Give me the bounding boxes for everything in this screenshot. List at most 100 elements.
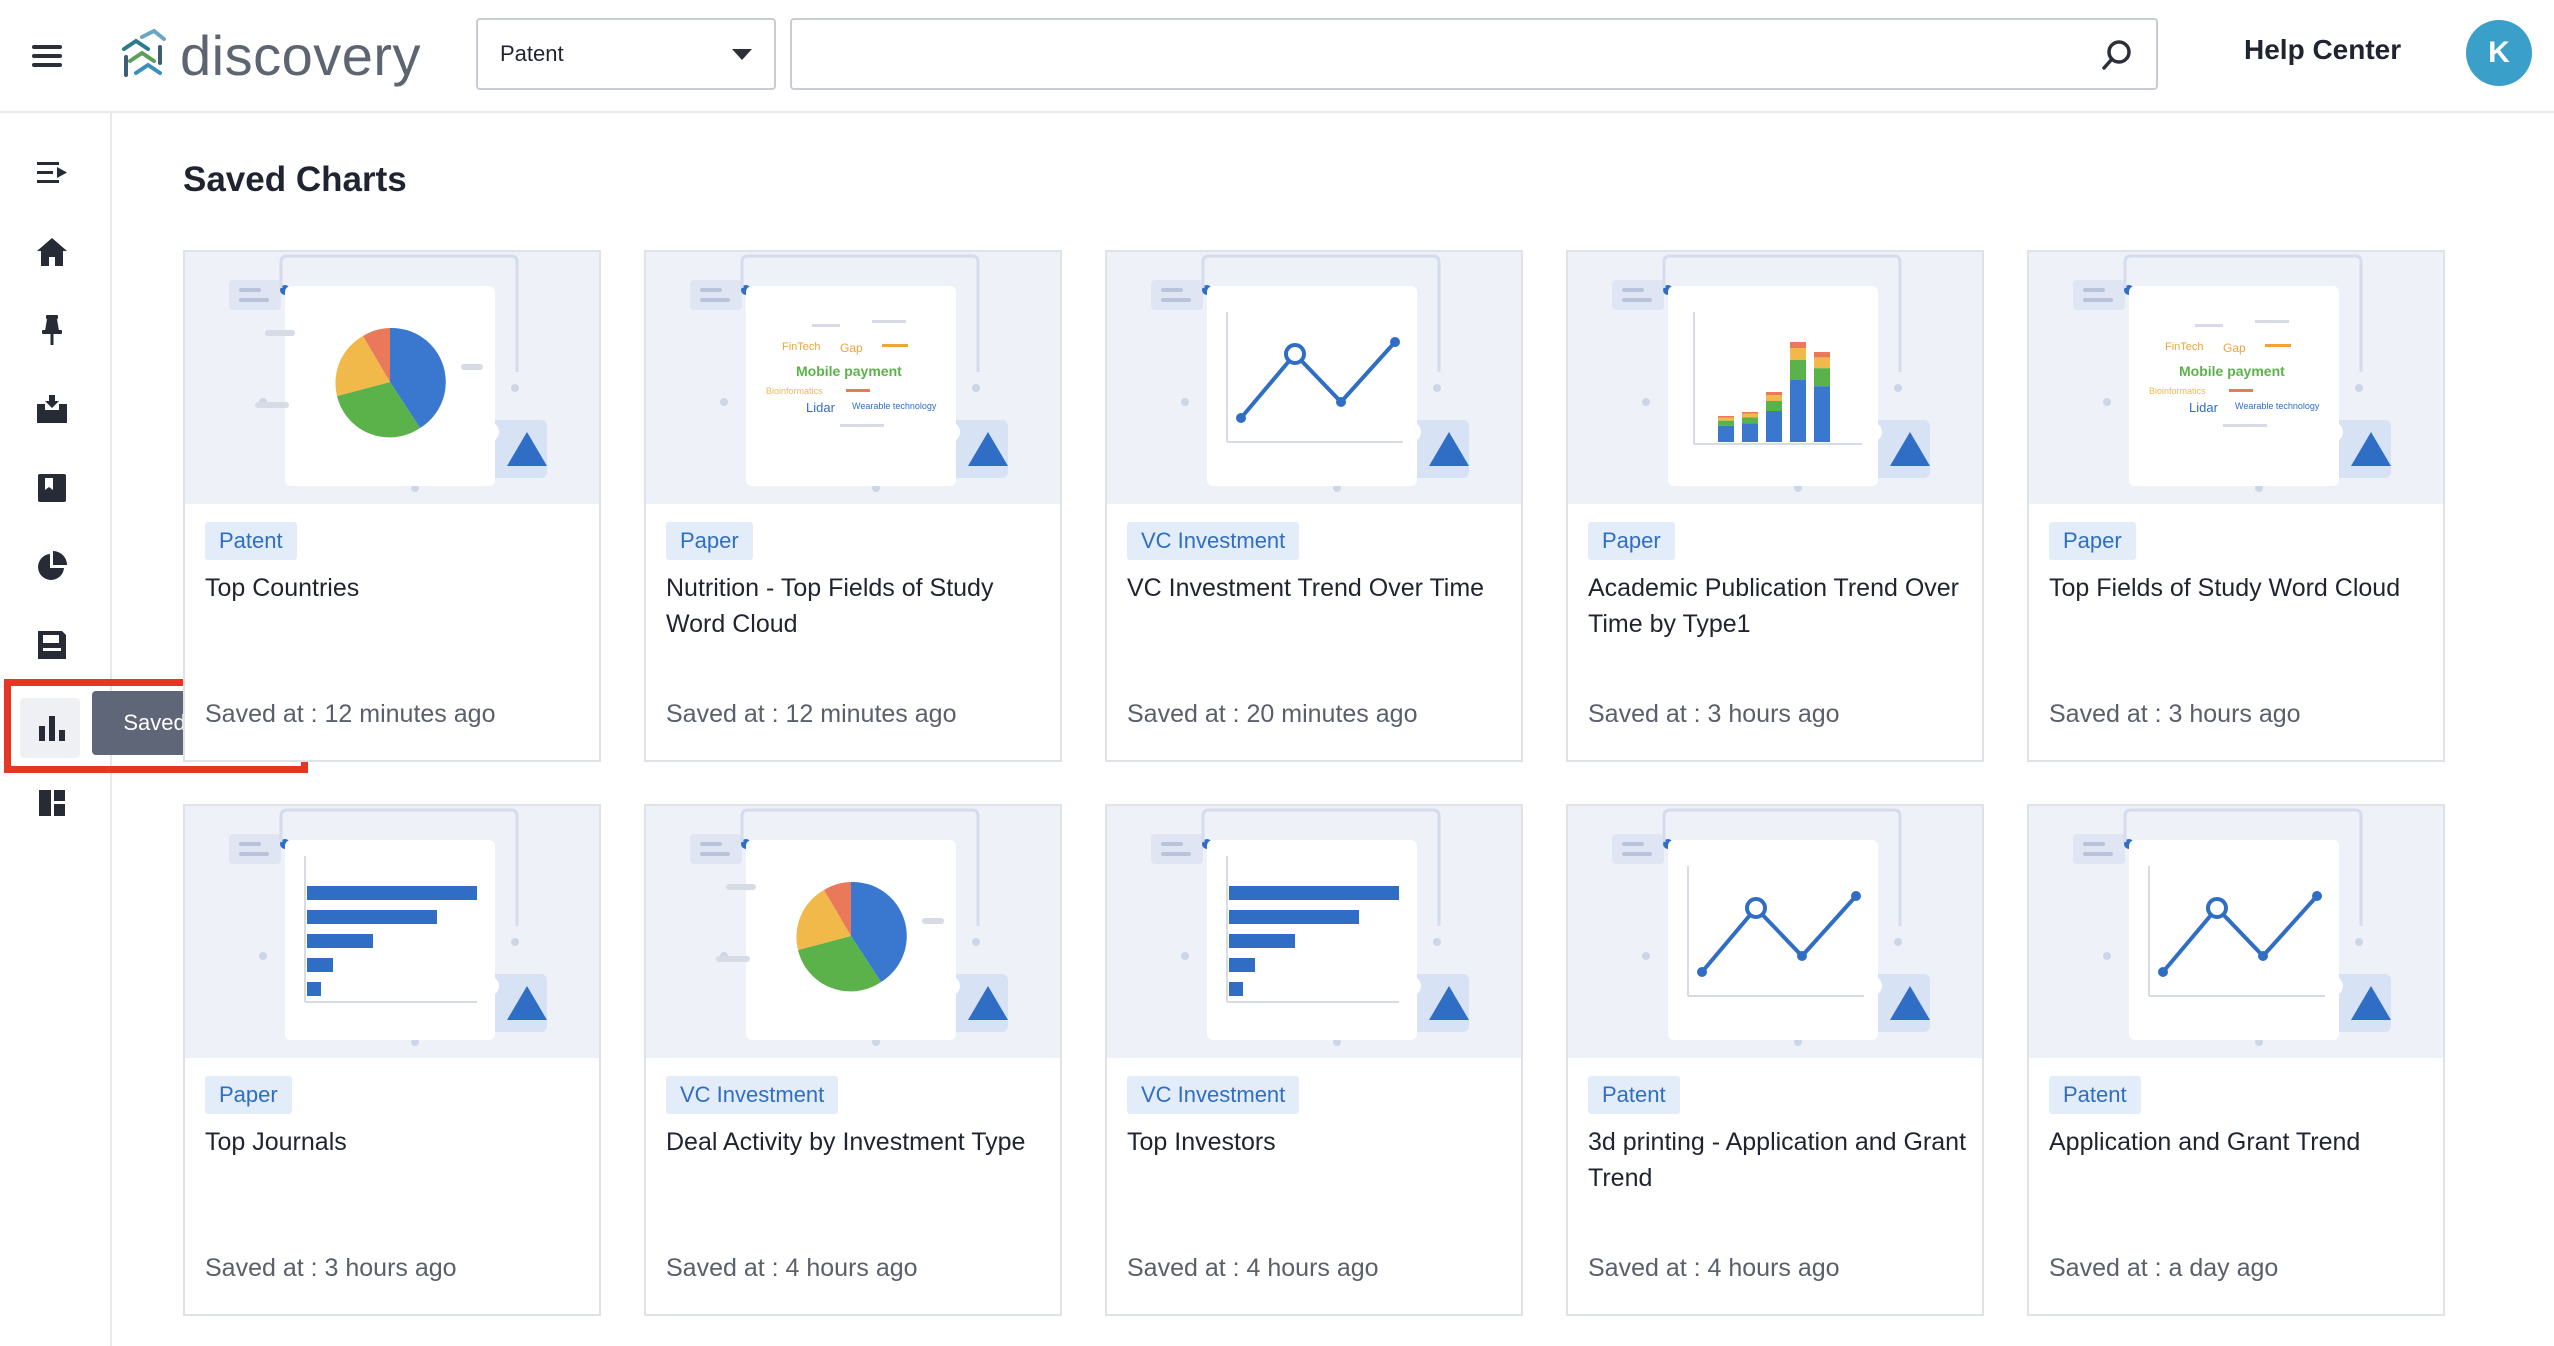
chart-card-10[interactable]: Patent Application and Grant Trend Saved… bbox=[2027, 804, 2445, 1316]
wordcloud-chart-illustration: FinTech Gap Mobile payment Bioinformatic… bbox=[646, 252, 1060, 504]
chart-thumbnail bbox=[2029, 806, 2443, 1058]
inbox-icon bbox=[35, 392, 69, 426]
chart-card-8[interactable]: VC Investment Top Investors Saved at : 4… bbox=[1105, 804, 1523, 1316]
source-badge: VC Investment bbox=[666, 1076, 838, 1114]
search-type-value: Patent bbox=[500, 41, 564, 67]
bar-chart-icon bbox=[35, 711, 69, 745]
sidebar-item-saved-charts[interactable] bbox=[30, 706, 74, 750]
caret-down-icon bbox=[732, 49, 752, 60]
sidebar-item-inbox[interactable] bbox=[30, 387, 74, 431]
svg-text:Lidar: Lidar bbox=[806, 400, 836, 415]
pie-chart-illustration bbox=[185, 252, 599, 504]
menu-icon[interactable] bbox=[30, 38, 66, 74]
svg-text:Bioinformatics: Bioinformatics bbox=[766, 386, 823, 396]
svg-text:Gap: Gap bbox=[2223, 341, 2246, 355]
search-icon[interactable] bbox=[2100, 38, 2134, 72]
chart-thumbnail bbox=[185, 806, 599, 1058]
logo-text: discovery bbox=[180, 28, 421, 84]
source-badge: Paper bbox=[205, 1076, 292, 1114]
save-icon bbox=[35, 628, 69, 662]
hbar-chart-illustration bbox=[185, 806, 599, 1058]
source-badge: Paper bbox=[2049, 522, 2136, 560]
pie-chart-illustration bbox=[646, 806, 1060, 1058]
saved-at: Saved at : 20 minutes ago bbox=[1127, 700, 1417, 729]
avatar[interactable]: K bbox=[2466, 20, 2532, 86]
svg-text:Lidar: Lidar bbox=[2189, 400, 2219, 415]
sidebar-item-expand[interactable] bbox=[30, 151, 74, 195]
search-type-select[interactable]: Patent bbox=[476, 18, 776, 90]
pie-chart-icon bbox=[35, 549, 69, 583]
chart-card-4[interactable]: Paper Academic Publication Trend Over Ti… bbox=[1566, 250, 1984, 762]
saved-at: Saved at : 4 hours ago bbox=[666, 1254, 918, 1283]
page-title: Saved Charts bbox=[183, 160, 407, 200]
saved-at: Saved at : 3 hours ago bbox=[1588, 700, 1840, 729]
saved-at: Saved at : 3 hours ago bbox=[2049, 700, 2301, 729]
sidebar-item-dashboards[interactable] bbox=[30, 781, 74, 825]
chart-title: Deal Activity by Investment Type bbox=[666, 1124, 1046, 1160]
chart-title: Top Fields of Study Word Cloud bbox=[2049, 570, 2429, 606]
chart-thumbnail bbox=[1107, 806, 1521, 1058]
logo[interactable]: discovery bbox=[116, 20, 421, 92]
chart-title: Top Countries bbox=[205, 570, 585, 606]
help-center-link[interactable]: Help Center bbox=[2244, 34, 2401, 66]
chart-title: VC Investment Trend Over Time bbox=[1127, 570, 1507, 606]
saved-at: Saved at : a day ago bbox=[2049, 1254, 2278, 1283]
svg-text:Mobile payment: Mobile payment bbox=[2179, 363, 2285, 379]
search-input[interactable] bbox=[812, 20, 2092, 88]
source-badge: Patent bbox=[2049, 1076, 2141, 1114]
chart-thumbnail bbox=[185, 252, 599, 504]
source-badge: VC Investment bbox=[1127, 522, 1299, 560]
wordcloud-chart-illustration: FinTech Gap Mobile payment Bioinformatic… bbox=[2029, 252, 2443, 504]
saved-charts-grid: Patent Top Countries Saved at : 12 minut… bbox=[183, 250, 2449, 1316]
sidebar-item-bookmarks[interactable] bbox=[30, 466, 74, 510]
search-box bbox=[790, 18, 2158, 90]
pin-icon bbox=[35, 313, 69, 347]
chart-thumbnail bbox=[646, 806, 1060, 1058]
saved-at: Saved at : 4 hours ago bbox=[1127, 1254, 1379, 1283]
source-badge: Patent bbox=[1588, 1076, 1680, 1114]
svg-text:FinTech: FinTech bbox=[2165, 341, 2204, 353]
bookmark-icon bbox=[35, 471, 69, 505]
chart-card-6[interactable]: Paper Top Journals Saved at : 3 hours ag… bbox=[183, 804, 601, 1316]
chart-title: Top Investors bbox=[1127, 1124, 1507, 1160]
svg-text:Gap: Gap bbox=[840, 341, 863, 355]
dashboard-icon bbox=[35, 786, 69, 820]
line-chart-illustration bbox=[2029, 806, 2443, 1058]
sidebar-item-saved[interactable] bbox=[30, 623, 74, 667]
chart-thumbnail: FinTech Gap Mobile payment Bioinformatic… bbox=[646, 252, 1060, 504]
chart-card-3[interactable]: VC Investment VC Investment Trend Over T… bbox=[1105, 250, 1523, 762]
svg-text:FinTech: FinTech bbox=[782, 341, 821, 353]
top-bar: discovery Patent Help Center K bbox=[0, 0, 2554, 113]
chart-thumbnail bbox=[1107, 252, 1521, 504]
chart-thumbnail bbox=[1568, 806, 1982, 1058]
sidebar-item-pin[interactable] bbox=[30, 308, 74, 352]
line-chart-illustration bbox=[1107, 252, 1521, 504]
chart-thumbnail: FinTech Gap Mobile payment Bioinformatic… bbox=[2029, 252, 2443, 504]
svg-text:Bioinformatics: Bioinformatics bbox=[2149, 386, 2206, 396]
saved-at: Saved at : 3 hours ago bbox=[205, 1254, 457, 1283]
chart-title: Application and Grant Trend bbox=[2049, 1124, 2429, 1160]
chart-card-1[interactable]: Patent Top Countries Saved at : 12 minut… bbox=[183, 250, 601, 762]
saved-at: Saved at : 12 minutes ago bbox=[666, 700, 956, 729]
hbar-chart-illustration bbox=[1107, 806, 1521, 1058]
source-badge: VC Investment bbox=[1127, 1076, 1299, 1114]
stacked-chart-illustration bbox=[1568, 252, 1982, 504]
chart-card-9[interactable]: Patent 3d printing - Application and Gra… bbox=[1566, 804, 1984, 1316]
source-badge: Paper bbox=[666, 522, 753, 560]
expand-icon bbox=[35, 156, 69, 190]
saved-at: Saved at : 12 minutes ago bbox=[205, 700, 495, 729]
chart-card-7[interactable]: VC Investment Deal Activity by Investmen… bbox=[644, 804, 1062, 1316]
chart-card-5[interactable]: FinTech Gap Mobile payment Bioinformatic… bbox=[2027, 250, 2445, 762]
logo-mark-icon bbox=[116, 27, 170, 85]
sidebar-item-analytics[interactable] bbox=[30, 544, 74, 588]
saved-at: Saved at : 4 hours ago bbox=[1588, 1254, 1840, 1283]
chart-thumbnail bbox=[1568, 252, 1982, 504]
source-badge: Paper bbox=[1588, 522, 1675, 560]
svg-text:Wearable technology: Wearable technology bbox=[2235, 401, 2320, 411]
chart-title: Nutrition - Top Fields of Study Word Clo… bbox=[666, 570, 1046, 642]
line-chart-illustration bbox=[1568, 806, 1982, 1058]
chart-card-2[interactable]: FinTech Gap Mobile payment Bioinformatic… bbox=[644, 250, 1062, 762]
chart-title: Academic Publication Trend Over Time by … bbox=[1588, 570, 1968, 642]
home-icon bbox=[35, 235, 69, 269]
sidebar-item-home[interactable] bbox=[30, 230, 74, 274]
